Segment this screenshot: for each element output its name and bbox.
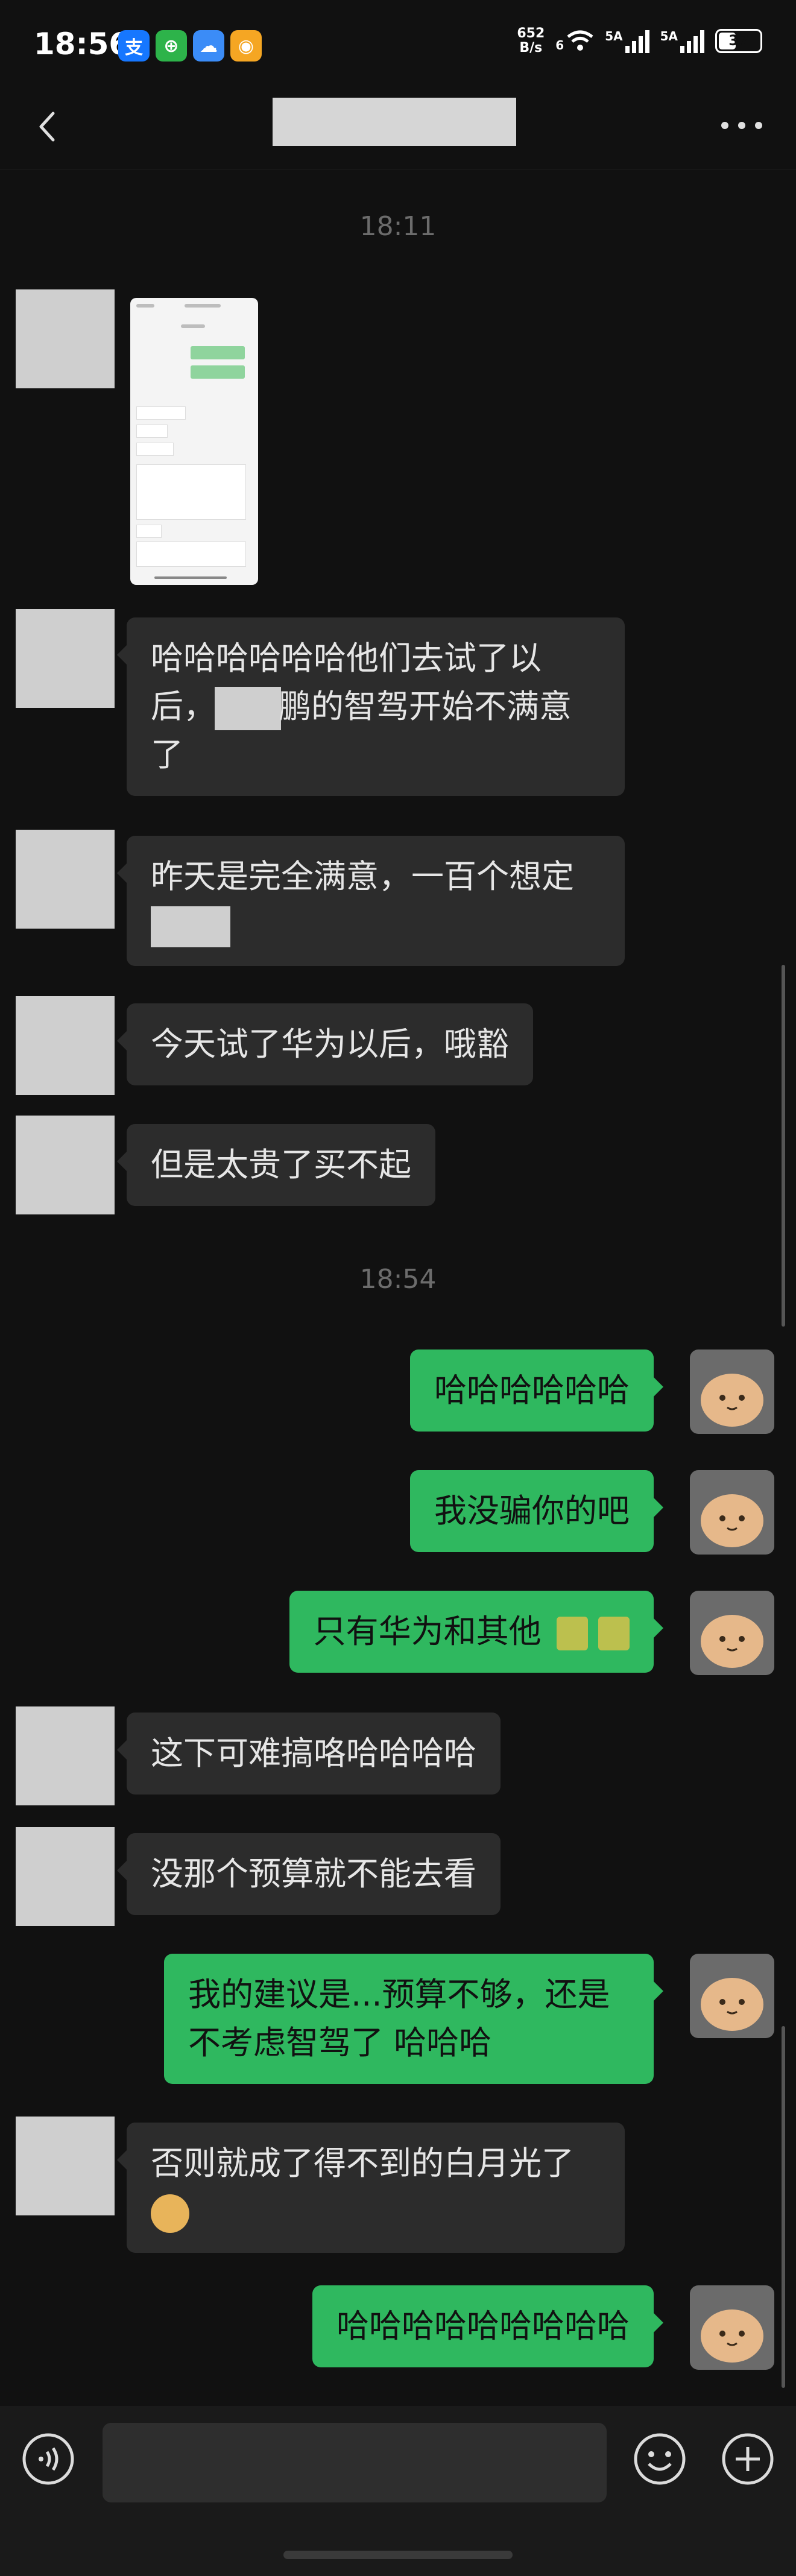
scrollbar[interactable] — [782, 2026, 785, 2388]
battery-icon: 37 — [715, 29, 762, 53]
message-text: 我没骗你的吧 — [434, 1492, 630, 1530]
avatar[interactable] — [16, 289, 115, 388]
avatar[interactable] — [16, 1116, 115, 1214]
message-text: 只有华为和其他 — [313, 1612, 542, 1650]
signal-1-label: 5A — [605, 29, 623, 43]
status-indicators: 652 B/s 6 5A 5A 37 — [517, 27, 762, 55]
avatar[interactable] — [16, 830, 115, 929]
avatar-self[interactable] — [690, 1954, 774, 2038]
signal-1-icon: 5A — [605, 29, 649, 53]
message-text: 哈哈哈哈哈哈 — [434, 1371, 630, 1409]
timestamp: 18:11 — [359, 211, 437, 242]
status-bar: 18:56 支 ⊕ ☁ ◉ 652 B/s 6 5A 5A 37 — [0, 0, 796, 90]
clock: 18:56 — [34, 27, 130, 62]
net-speed-unit: B/s — [519, 40, 543, 55]
home-indicator[interactable] — [283, 2551, 513, 2559]
message-bubble-self[interactable]: 哈哈哈哈哈哈哈哈哈 — [312, 2285, 663, 2367]
redacted-text — [215, 687, 281, 731]
signal-2-icon: 5A — [660, 29, 704, 53]
avatar[interactable] — [16, 1827, 115, 1926]
input-bar — [0, 2406, 796, 2576]
message-bubble[interactable]: 没那个预算就不能去看 — [117, 1833, 501, 1915]
avatar[interactable] — [16, 1706, 115, 1805]
message-bubble-self[interactable]: 哈哈哈哈哈哈 — [410, 1350, 663, 1432]
doge-emoji-icon — [151, 2194, 189, 2233]
emoji-button-icon[interactable] — [632, 2431, 687, 2487]
chat-header — [0, 90, 796, 169]
message-text: 这下可难搞咯哈哈哈哈 — [151, 1734, 476, 1772]
message-bubble[interactable]: 这下可难搞咯哈哈哈哈 — [117, 1713, 501, 1795]
avatar[interactable] — [16, 2117, 115, 2215]
app-green-icon: ⊕ — [156, 30, 187, 62]
message-bubble[interactable]: 否则就成了得不到的白月光了 — [117, 2123, 625, 2253]
message-text: 但是太贵了买不起 — [151, 1146, 411, 1184]
wifi-icon: 6 — [555, 30, 594, 52]
message-text: 没那个预算就不能去看 — [151, 1855, 476, 1893]
weibo-icon: ◉ — [230, 30, 262, 62]
message-input[interactable] — [103, 2423, 607, 2502]
net-speed-value: 652 — [517, 26, 545, 41]
avatar-self[interactable] — [690, 1591, 774, 1675]
message-bubble-self[interactable]: 我没骗你的吧 — [410, 1470, 663, 1552]
alipay-icon: 支 — [118, 30, 150, 62]
avatar[interactable] — [16, 609, 115, 708]
message-bubble[interactable]: 昨天是完全满意，一百个想定 — [117, 836, 625, 966]
message-bubble[interactable]: 但是太贵了买不起 — [117, 1124, 435, 1206]
signal-2-label: 5A — [660, 29, 678, 43]
message-bubble-self[interactable]: 只有华为和其他 — [289, 1591, 664, 1673]
redacted-text — [151, 906, 230, 948]
emoji-icon — [556, 1617, 588, 1651]
message-bubble[interactable]: 今天试了华为以后，哦豁 — [117, 1003, 533, 1085]
net-speed: 652 B/s — [517, 27, 545, 55]
chat-title-redacted — [273, 98, 516, 146]
scrollbar[interactable] — [782, 965, 785, 1327]
weather-icon: ☁ — [193, 30, 224, 62]
timestamp: 18:54 — [359, 1264, 437, 1295]
message-text: 我的建议是...预算不够，还是不考虑智驾了 哈哈哈 — [188, 1975, 610, 2062]
wifi-label: 6 — [555, 38, 564, 52]
image-message[interactable] — [130, 298, 258, 585]
avatar-self[interactable] — [690, 1350, 774, 1434]
add-more-icon[interactable] — [720, 2431, 775, 2487]
message-text: 否则就成了得不到的白月光了 — [151, 2144, 574, 2182]
avatar-self[interactable] — [690, 2285, 774, 2370]
message-bubble-self[interactable]: 我的建议是...预算不够，还是不考虑智驾了 哈哈哈 — [164, 1954, 663, 2084]
battery-level: 37 — [728, 32, 749, 49]
emoji-icon — [598, 1617, 630, 1651]
message-text: 哈哈哈哈哈哈哈哈哈 — [336, 2307, 630, 2345]
avatar[interactable] — [16, 996, 115, 1095]
message-text: 今天试了华为以后，哦豁 — [151, 1025, 509, 1063]
avatar-self[interactable] — [690, 1470, 774, 1555]
message-text: 昨天是完全满意，一百个想定 — [151, 857, 574, 895]
voice-input-icon[interactable] — [21, 2431, 76, 2487]
more-options-icon[interactable] — [718, 113, 766, 137]
message-bubble[interactable]: 哈哈哈哈哈哈他们去试了以后，对 鹏的智驾开始不满意了 — [117, 617, 625, 796]
notification-icons: 支 ⊕ ☁ ◉ — [118, 30, 262, 62]
back-arrow-icon[interactable] — [30, 109, 66, 145]
